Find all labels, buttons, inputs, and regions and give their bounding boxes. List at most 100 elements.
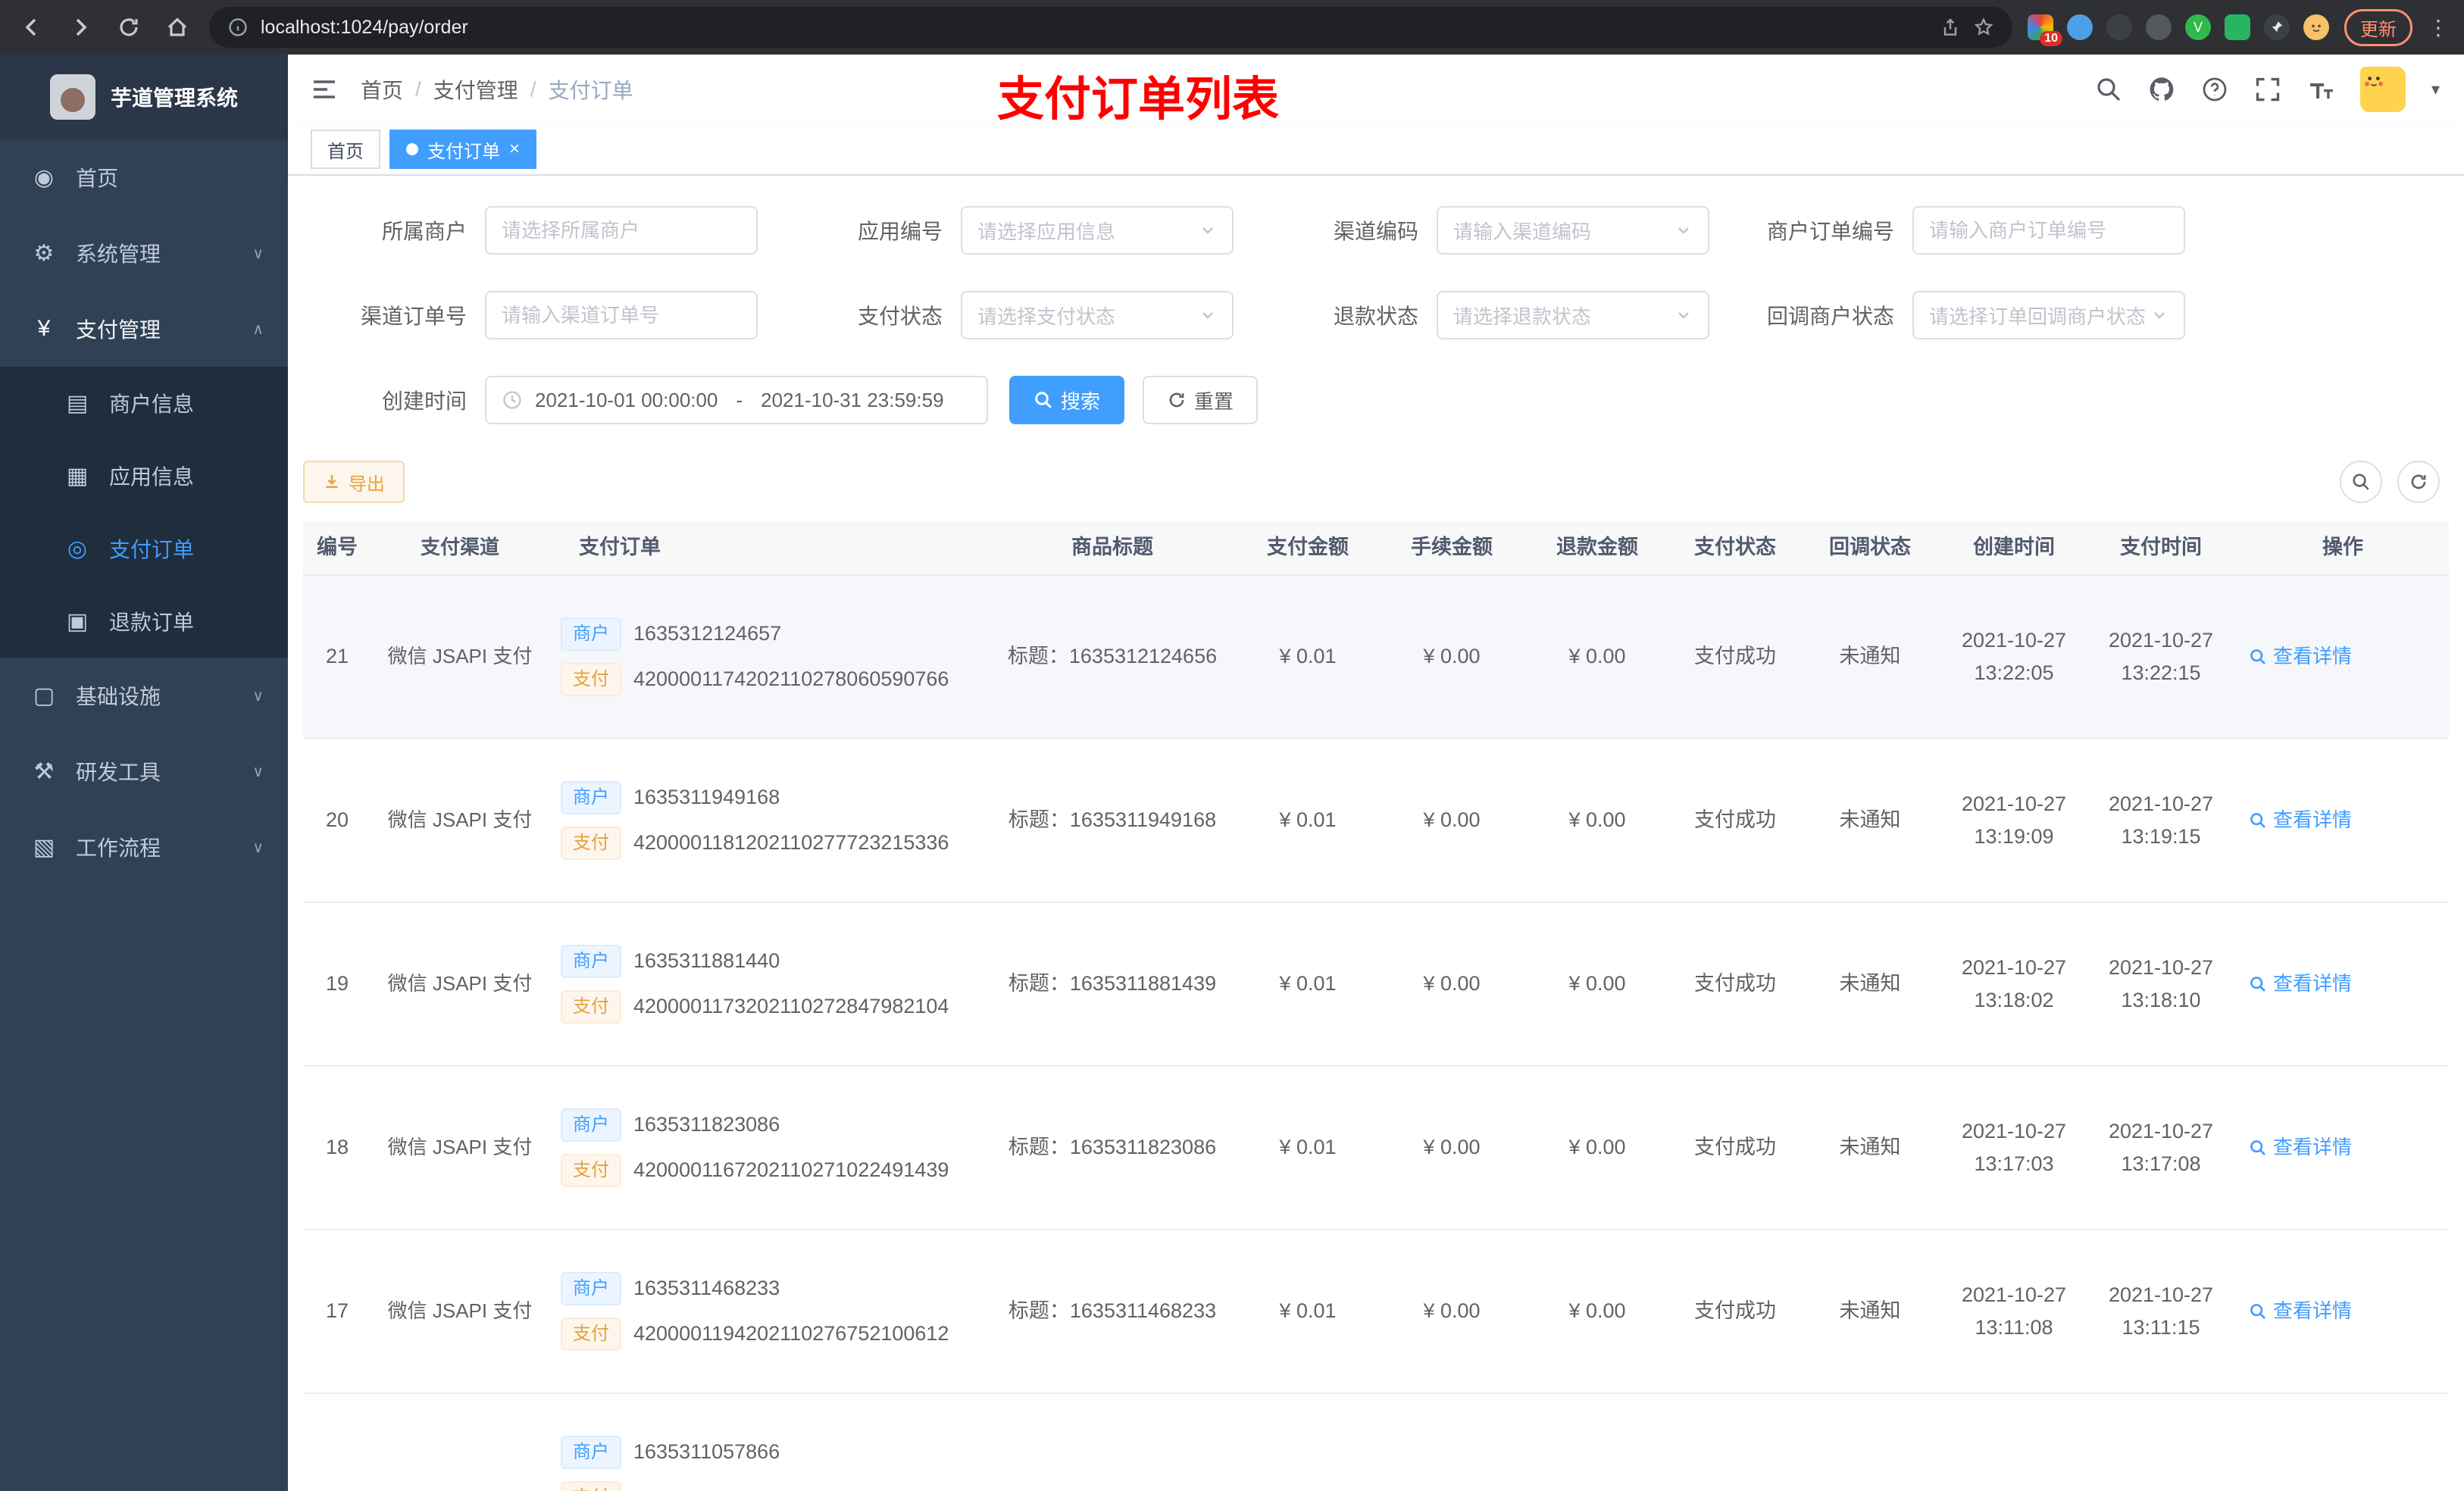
table-row: 商户 1635311057866 支付 [303,1394,2449,1491]
refund-status-select[interactable]: 请选择退款状态 [1437,291,1709,339]
order-id: 20 [325,808,349,832]
extension-puzzle-icon[interactable]: 10 [2028,14,2062,46]
main-content: 所属商户 应用编号 请选择应用信息 渠道编码 请输入渠道编码 商户订单编号 [288,176,2464,1491]
browser-update-button[interactable]: 更新 [2344,8,2412,46]
breadcrumb-home[interactable]: 首页 [361,74,403,105]
pay-order-no: 4200001173202110272847982104 [633,995,949,1018]
view-detail-link[interactable]: 查看详情 [2249,1296,2352,1327]
notify-status: 未通知 [1839,645,1901,668]
tools-icon: ⚒ [33,758,55,784]
merchant-order-no: 1635311881440 [633,949,780,973]
sidebar-item-refund-order[interactable]: ▣ 退款订单 [0,585,288,658]
font-size-icon[interactable] [2307,76,2334,103]
sidebar-item-payment[interactable]: ¥ 支付管理 ∧ [0,291,288,367]
yen-icon: ¥ [37,316,51,341]
sidebar-item-workflow[interactable]: ▧ 工作流程 ∨ [0,809,288,885]
notify-status-select[interactable]: 请选择订单回调商户状态 [1912,291,2185,339]
pay-channel: 微信 JSAPI 支付 [387,972,533,996]
site-info-icon[interactable] [227,17,249,38]
pay-tag: 支付 [561,1154,621,1187]
goods-title: 标题：1635311881439 [1008,972,1217,996]
extension-gray-icon[interactable] [2146,14,2172,40]
pay-order-no: 4200001181202110277723215336 [633,831,949,855]
breadcrumb-pay-order: 支付订单 [548,79,633,102]
tab-home[interactable]: 首页 [311,130,380,169]
sidebar-item-home[interactable]: ◉ 首页 [0,139,288,215]
create-time: 2021-10-27 13:22:05 [1961,628,2067,684]
breadcrumb-payment[interactable]: 支付管理 [433,74,518,105]
channel-order-no-input[interactable] [485,291,758,339]
forward-icon[interactable] [64,11,97,44]
pay-time: 2021-10-27 13:18:10 [2108,955,2214,1011]
download-icon [326,475,338,488]
table-row: 18 微信 JSAPI 支付 商户 1635311823086 支付 42000… [303,1067,2449,1230]
order-target-icon: ◎ [67,536,88,561]
pay-tag: 支付 [561,1481,621,1491]
tab-pay-order[interactable]: 支付订单 × [389,130,537,169]
view-detail-link[interactable]: 查看详情 [2249,1132,2352,1164]
view-detail-link[interactable]: 查看详情 [2249,805,2352,836]
pay-amount: ¥ 0.01 [1279,1136,1337,1159]
show-search-button[interactable] [2340,461,2382,503]
fee-amount: ¥ 0.00 [1423,972,1481,996]
merchant-order-no-input[interactable] [1912,206,2185,255]
pay-status-select[interactable]: 请选择支付状态 [961,291,1234,339]
address-bar[interactable]: localhost:1024/pay/order [209,7,2012,48]
hamburger-icon[interactable] [288,74,361,105]
notify-status: 未通知 [1839,1136,1901,1159]
app-grid-icon: ▦ [66,463,89,489]
bookmark-star-icon[interactable] [1973,17,1994,38]
back-icon[interactable] [15,11,48,44]
sidebar-item-infra[interactable]: ▢ 基础设施 ∨ [0,658,288,733]
close-tab-icon[interactable]: × [509,140,520,158]
table-toolbar: 导出 [303,461,2449,503]
pay-time: 2021-10-27 13:17:08 [2108,1119,2214,1175]
sidebar-item-merchant-info[interactable]: ▤ 商户信息 [0,367,288,439]
table-row: 17 微信 JSAPI 支付 商户 1635311468233 支付 42000… [303,1230,2449,1394]
table-row: 19 微信 JSAPI 支付 商户 1635311881440 支付 42000… [303,903,2449,1067]
merchant-tag: 商户 [561,1108,621,1142]
merchant-input[interactable] [485,206,758,255]
sidebar-item-pay-order[interactable]: ◎ 支付订单 [0,512,288,585]
search-button[interactable]: 搜索 [1009,376,1125,424]
refund-amount: ¥ 0.00 [1568,1299,1626,1323]
chevron-down-icon [1678,227,1689,234]
chevron-down-icon [1202,227,1213,234]
user-avatar[interactable] [2359,67,2406,112]
sidebar-item-dev-tools[interactable]: ⚒ 研发工具 ∨ [0,733,288,809]
logo[interactable]: 芋道管理系统 [0,55,288,139]
reset-button[interactable]: 重置 [1143,376,1259,424]
filter-label: 渠道订单号 [360,305,467,328]
table-row: 21 微信 JSAPI 支付 商户 1635312124657 支付 42000… [303,576,2449,739]
sidebar-item-system[interactable]: ⚙ 系统管理 ∨ [0,215,288,291]
channel-code-select[interactable]: 请输入渠道编码 [1437,206,1709,255]
sidebar-item-app-info[interactable]: ▦ 应用信息 [0,439,288,512]
reload-icon[interactable] [112,11,145,44]
magnifier-icon [2250,1304,2265,1319]
home-icon[interactable] [161,11,194,44]
extension-green-check-icon[interactable]: V [2185,14,2211,40]
extension-chat-icon[interactable] [2225,14,2250,40]
extension-blue-icon[interactable] [2067,14,2093,40]
search-icon[interactable] [2095,76,2122,103]
github-icon[interactable] [2148,76,2175,103]
view-detail-link[interactable]: 查看详情 [2249,968,2352,1000]
pay-order-cell: 商户 1635311881440 支付 42000011732021102728… [549,903,985,1065]
refresh-button[interactable] [2397,461,2440,503]
view-detail-link[interactable]: 查看详情 [2249,641,2352,673]
browser-menu-icon[interactable]: ⋮ [2428,15,2449,40]
filter-create-time: 创建时间 2021-10-01 00:00:00 - 2021-10-31 23… [303,376,988,424]
table-header: 编号 支付渠道 支付订单 商品标题 支付金额 手续金额 退款金额 支付状态 回调… [303,521,2449,576]
app-no-select[interactable]: 请选择应用信息 [961,206,1234,255]
export-button[interactable]: 导出 [303,461,405,503]
share-icon[interactable] [1940,17,1961,38]
extension-dark-icon[interactable] [2106,14,2132,40]
refund-amount: ¥ 0.00 [1568,972,1626,996]
fullscreen-icon[interactable] [2254,76,2281,103]
pin-extensions-icon[interactable] [2264,14,2290,40]
table-row: 20 微信 JSAPI 支付 商户 1635311949168 支付 42000… [303,739,2449,903]
help-icon[interactable] [2201,76,2228,103]
profile-avatar-icon[interactable] [2303,14,2329,40]
caret-down-icon[interactable]: ▾ [2431,80,2440,99]
date-range-picker[interactable]: 2021-10-01 00:00:00 - 2021-10-31 23:59:5… [485,376,988,424]
